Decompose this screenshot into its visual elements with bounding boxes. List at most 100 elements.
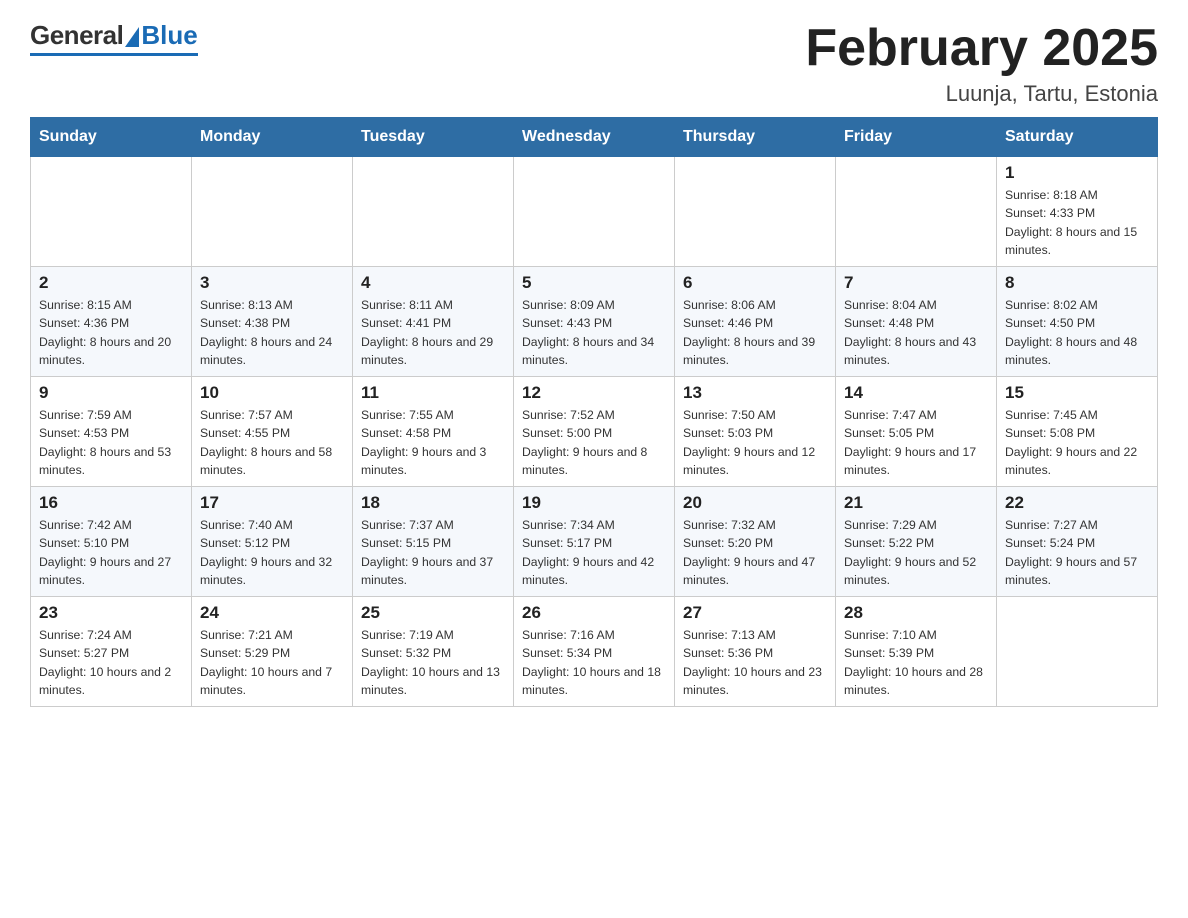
day-info: Sunrise: 7:21 AMSunset: 5:29 PMDaylight:… [200, 626, 344, 699]
calendar-day-cell [353, 157, 514, 267]
day-info: Sunrise: 7:52 AMSunset: 5:00 PMDaylight:… [522, 406, 666, 479]
day-number: 26 [522, 603, 666, 623]
calendar-day-cell: 7 Sunrise: 8:04 AMSunset: 4:48 PMDaylight… [836, 267, 997, 377]
day-number: 5 [522, 273, 666, 293]
calendar-day-cell: 16 Sunrise: 7:42 AMSunset: 5:10 PMDayligh… [31, 487, 192, 597]
calendar-day-cell: 17Sunrise: 7:40 AMSunset: 5:12 PMDayligh… [192, 487, 353, 597]
calendar-day-cell: 22Sunrise: 7:27 AMSunset: 5:24 PMDayligh… [997, 487, 1158, 597]
calendar-week-row: 2 Sunrise: 8:15 AMSunset: 4:36 PMDaylight… [31, 267, 1158, 377]
day-info: Sunrise: 7:29 AMSunset: 5:22 PMDaylight:… [844, 516, 988, 589]
calendar-day-cell: 27 Sunrise: 7:13 AMSunset: 5:36 PMDayligh… [675, 597, 836, 707]
col-thursday: Thursday [675, 118, 836, 157]
day-info: Sunrise: 7:45 AMSunset: 5:08 PMDaylight:… [1005, 406, 1149, 479]
calendar-week-row: 23 Sunrise: 7:24 AMSunset: 5:27 PMDayligh… [31, 597, 1158, 707]
day-info: Sunrise: 7:37 AMSunset: 5:15 PMDaylight:… [361, 516, 505, 589]
day-info: Sunrise: 7:34 AMSunset: 5:17 PMDaylight:… [522, 516, 666, 589]
calendar-day-cell: 23 Sunrise: 7:24 AMSunset: 5:27 PMDayligh… [31, 597, 192, 707]
col-saturday: Saturday [997, 118, 1158, 157]
day-number: 16 [39, 493, 183, 513]
day-info: Sunrise: 7:19 AMSunset: 5:32 PMDaylight:… [361, 626, 505, 699]
calendar-day-cell: 19 Sunrise: 7:34 AMSunset: 5:17 PMDayligh… [514, 487, 675, 597]
day-info: Sunrise: 8:13 AMSunset: 4:38 PMDaylight:… [200, 296, 344, 369]
day-info: Sunrise: 8:18 AMSunset: 4:33 PMDaylight:… [1005, 186, 1149, 259]
calendar-day-cell: 10 Sunrise: 7:57 AMSunset: 4:55 PMDayligh… [192, 377, 353, 487]
day-number: 22 [1005, 493, 1149, 513]
day-number: 19 [522, 493, 666, 513]
calendar-day-cell: 3Sunrise: 8:13 AMSunset: 4:38 PMDaylight… [192, 267, 353, 377]
title-section: February 2025 Luunja, Tartu, Estonia [805, 20, 1158, 107]
day-number: 21 [844, 493, 988, 513]
calendar-day-cell: 20Sunrise: 7:32 AMSunset: 5:20 PMDayligh… [675, 487, 836, 597]
calendar-table: Sunday Monday Tuesday Wednesday Thursday… [30, 117, 1158, 707]
calendar-week-row: 9 Sunrise: 7:59 AMSunset: 4:53 PMDaylight… [31, 377, 1158, 487]
day-number: 2 [39, 273, 183, 293]
calendar-day-cell: 26 Sunrise: 7:16 AMSunset: 5:34 PMDayligh… [514, 597, 675, 707]
calendar-day-cell: 1 Sunrise: 8:18 AMSunset: 4:33 PMDaylight… [997, 157, 1158, 267]
day-number: 12 [522, 383, 666, 403]
logo-blue-text: Blue [141, 20, 197, 51]
col-friday: Friday [836, 118, 997, 157]
day-info: Sunrise: 7:59 AMSunset: 4:53 PMDaylight:… [39, 406, 183, 479]
day-info: Sunrise: 7:55 AMSunset: 4:58 PMDaylight:… [361, 406, 505, 479]
location-text: Luunja, Tartu, Estonia [805, 81, 1158, 107]
day-number: 25 [361, 603, 505, 623]
day-info: Sunrise: 7:42 AMSunset: 5:10 PMDaylight:… [39, 516, 183, 589]
day-number: 20 [683, 493, 827, 513]
calendar-day-cell: 13 Sunrise: 7:50 AMSunset: 5:03 PMDayligh… [675, 377, 836, 487]
day-number: 6 [683, 273, 827, 293]
day-info: Sunrise: 7:40 AMSunset: 5:12 PMDaylight:… [200, 516, 344, 589]
calendar-day-cell [997, 597, 1158, 707]
day-info: Sunrise: 8:02 AMSunset: 4:50 PMDaylight:… [1005, 296, 1149, 369]
day-number: 7 [844, 273, 988, 293]
month-title: February 2025 [805, 20, 1158, 77]
day-info: Sunrise: 7:57 AMSunset: 4:55 PMDaylight:… [200, 406, 344, 479]
calendar-day-cell [675, 157, 836, 267]
calendar-day-cell: 15 Sunrise: 7:45 AMSunset: 5:08 PMDayligh… [997, 377, 1158, 487]
day-number: 8 [1005, 273, 1149, 293]
day-number: 10 [200, 383, 344, 403]
day-number: 9 [39, 383, 183, 403]
calendar-day-cell: 14Sunrise: 7:47 AMSunset: 5:05 PMDayligh… [836, 377, 997, 487]
col-monday: Monday [192, 118, 353, 157]
day-number: 14 [844, 383, 988, 403]
calendar-body: 1 Sunrise: 8:18 AMSunset: 4:33 PMDaylight… [31, 157, 1158, 707]
day-info: Sunrise: 7:10 AMSunset: 5:39 PMDaylight:… [844, 626, 988, 699]
calendar-day-cell [514, 157, 675, 267]
day-info: Sunrise: 8:04 AMSunset: 4:48 PMDaylight:… [844, 296, 988, 369]
day-info: Sunrise: 8:11 AMSunset: 4:41 PMDaylight:… [361, 296, 505, 369]
day-number: 13 [683, 383, 827, 403]
logo-underline [30, 53, 198, 56]
day-info: Sunrise: 8:15 AMSunset: 4:36 PMDaylight:… [39, 296, 183, 369]
logo-triangle-icon [125, 27, 139, 47]
calendar-day-cell: 4 Sunrise: 8:11 AMSunset: 4:41 PMDaylight… [353, 267, 514, 377]
day-info: Sunrise: 7:24 AMSunset: 5:27 PMDaylight:… [39, 626, 183, 699]
day-number: 11 [361, 383, 505, 403]
calendar-day-cell: 11 Sunrise: 7:55 AMSunset: 4:58 PMDayligh… [353, 377, 514, 487]
calendar-week-row: 16 Sunrise: 7:42 AMSunset: 5:10 PMDayligh… [31, 487, 1158, 597]
calendar-week-row: 1 Sunrise: 8:18 AMSunset: 4:33 PMDaylight… [31, 157, 1158, 267]
day-number: 18 [361, 493, 505, 513]
day-info: Sunrise: 8:09 AMSunset: 4:43 PMDaylight:… [522, 296, 666, 369]
col-wednesday: Wednesday [514, 118, 675, 157]
logo: General Blue [30, 20, 198, 56]
day-number: 24 [200, 603, 344, 623]
day-number: 28 [844, 603, 988, 623]
calendar-day-cell: 25 Sunrise: 7:19 AMSunset: 5:32 PMDayligh… [353, 597, 514, 707]
day-info: Sunrise: 7:50 AMSunset: 5:03 PMDaylight:… [683, 406, 827, 479]
calendar-day-cell [836, 157, 997, 267]
day-number: 1 [1005, 163, 1149, 183]
day-number: 15 [1005, 383, 1149, 403]
calendar-day-cell [192, 157, 353, 267]
calendar-day-cell: 24 Sunrise: 7:21 AMSunset: 5:29 PMDayligh… [192, 597, 353, 707]
calendar-day-cell: 21 Sunrise: 7:29 AMSunset: 5:22 PMDayligh… [836, 487, 997, 597]
day-info: Sunrise: 8:06 AMSunset: 4:46 PMDaylight:… [683, 296, 827, 369]
calendar-day-cell: 12 Sunrise: 7:52 AMSunset: 5:00 PMDayligh… [514, 377, 675, 487]
page-header: General Blue February 2025 Luunja, Tartu… [30, 20, 1158, 107]
day-number: 23 [39, 603, 183, 623]
calendar-day-cell: 2 Sunrise: 8:15 AMSunset: 4:36 PMDaylight… [31, 267, 192, 377]
day-number: 27 [683, 603, 827, 623]
day-info: Sunrise: 7:13 AMSunset: 5:36 PMDaylight:… [683, 626, 827, 699]
day-number: 4 [361, 273, 505, 293]
day-info: Sunrise: 7:16 AMSunset: 5:34 PMDaylight:… [522, 626, 666, 699]
calendar-header: Sunday Monday Tuesday Wednesday Thursday… [31, 118, 1158, 157]
